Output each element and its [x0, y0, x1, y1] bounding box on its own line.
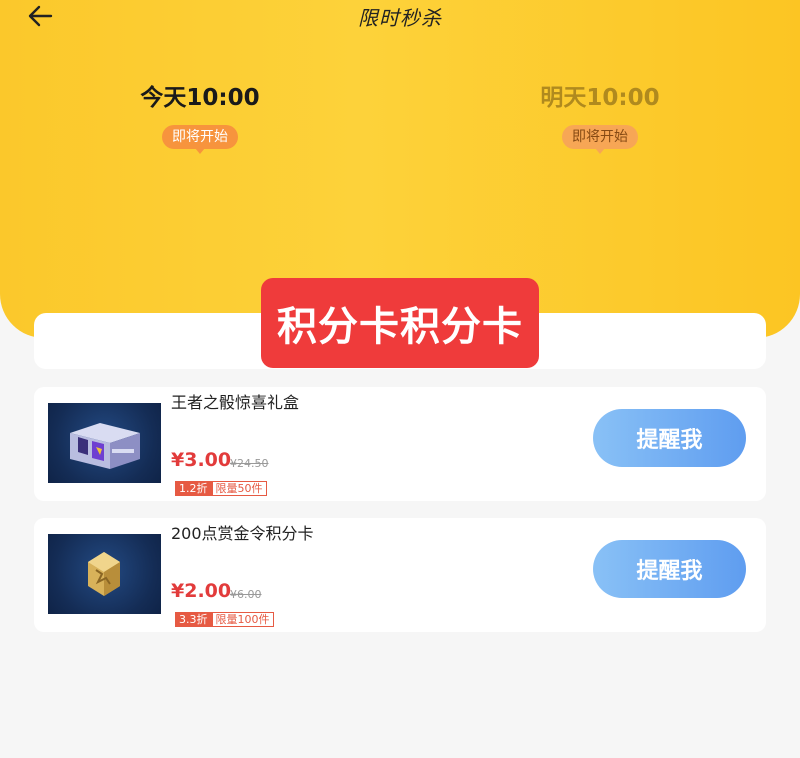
product-price: ¥2.00	[171, 580, 232, 602]
purple-gift-box-icon	[70, 423, 140, 469]
product-price: ¥3.00	[171, 449, 232, 471]
remind-me-button[interactable]: 提醒我	[593, 409, 746, 467]
session-status-badge: 即将开始	[162, 125, 238, 154]
product-image	[48, 534, 161, 614]
limit-badge: 限量100件	[211, 612, 274, 627]
limit-badge: 限量50件	[211, 481, 267, 496]
product-image	[48, 403, 161, 483]
product-item[interactable]: 王者之骰惊喜礼盒 ¥3.00 ¥24.50 1.2折 限量50件 提醒我	[34, 387, 766, 501]
session-status-badge: 即将开始	[562, 125, 638, 154]
session-today[interactable]: 今天10:00 即将开始	[100, 78, 300, 154]
discount-badge: 3.3折	[175, 612, 212, 627]
session-tomorrow[interactable]: 明天10:00 即将开始	[500, 78, 700, 154]
product-badges: 1.2折 限量50件	[175, 481, 267, 496]
product-item[interactable]: 200点赏金令积分卡 ¥2.00 ¥6.00 3.3折 限量100件 提醒我	[34, 518, 766, 632]
product-original-price: ¥24.50	[230, 457, 269, 470]
product-badges: 3.3折 限量100件	[175, 612, 274, 627]
product-original-price: ¥6.00	[230, 588, 262, 601]
session-time: 明天10:00	[540, 85, 660, 111]
gold-token-icon	[88, 552, 120, 596]
category-tab-overlay[interactable]: 积分卡积分卡	[261, 278, 539, 368]
remind-me-button[interactable]: 提醒我	[593, 540, 746, 598]
discount-badge: 1.2折	[175, 481, 212, 496]
product-name: 王者之骰惊喜礼盒	[171, 393, 300, 412]
session-time: 今天10:00	[140, 85, 260, 111]
page-title: 限时秒杀	[358, 6, 442, 30]
product-name: 200点赏金令积分卡	[171, 524, 314, 543]
